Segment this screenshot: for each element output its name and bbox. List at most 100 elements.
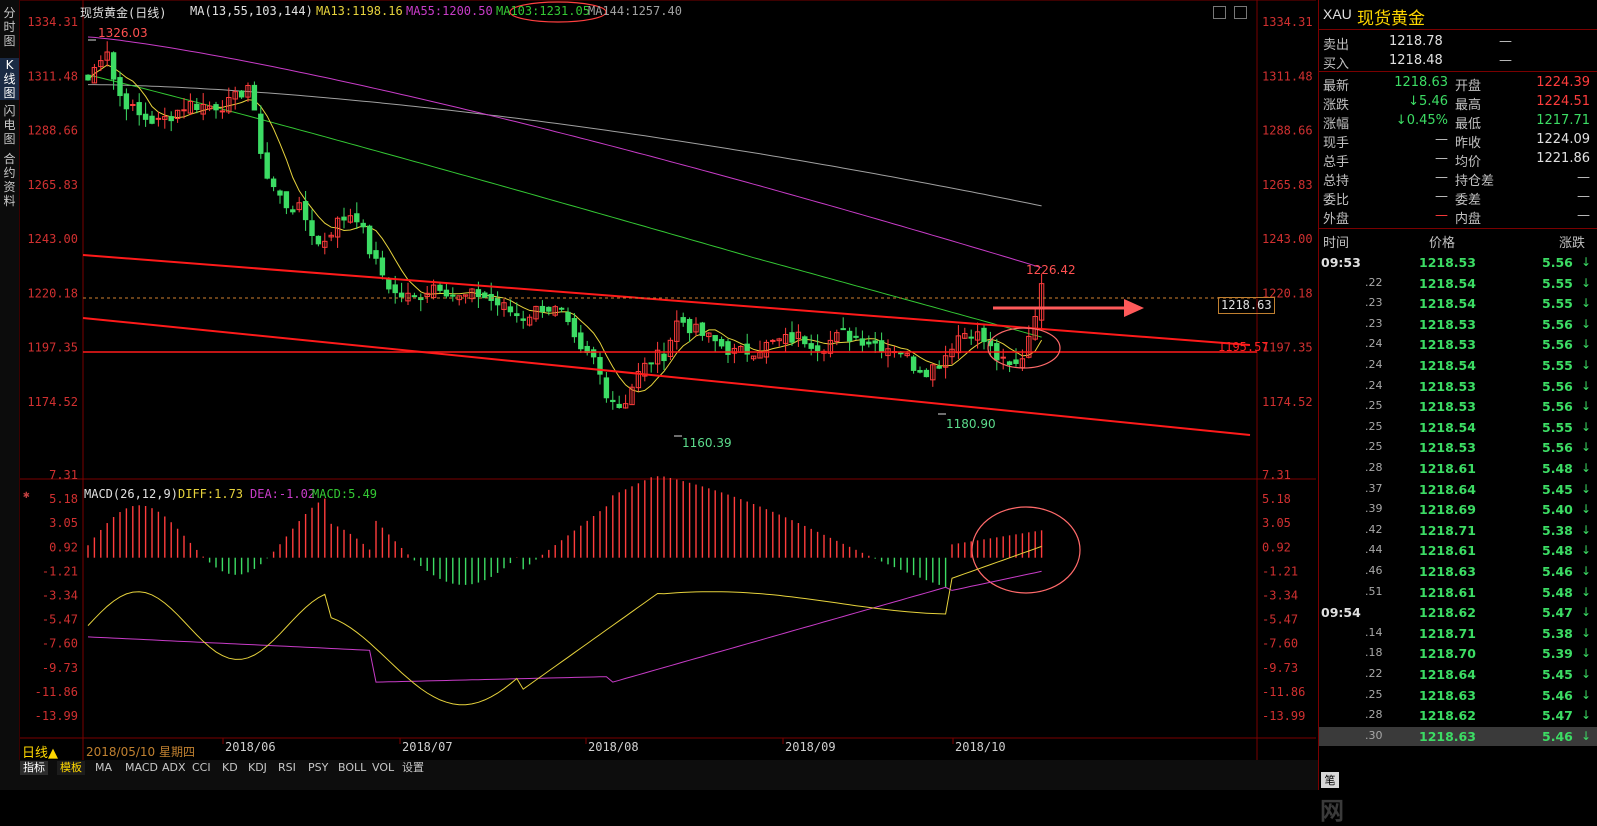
tick-row[interactable]: .14 1218.71 5.38 ↓: [1319, 624, 1597, 643]
candle-body: [546, 306, 552, 312]
tick-row[interactable]: 09:54 1218.62 5.47 ↓: [1319, 603, 1597, 622]
candle-body: [194, 103, 200, 110]
stat-label: 最新: [1323, 79, 1350, 94]
tick-row[interactable]: 09:53 1218.53 5.56 ↓: [1319, 253, 1597, 272]
tick-row[interactable]: .25 1218.53 5.56 ↓: [1319, 438, 1597, 457]
tick-row[interactable]: .24 1218.53 5.56 ↓: [1319, 377, 1597, 396]
stat-value: —: [1435, 208, 1448, 223]
indicator-button-8[interactable]: RSI: [275, 761, 299, 775]
indicator-button-12[interactable]: 设置: [399, 761, 427, 775]
macd-value: MACD:5.49: [312, 487, 378, 501]
cursor-date: 2018/05/10 星期四: [86, 745, 195, 759]
arrow-right-icon: [1124, 299, 1144, 317]
date-tick: 2018/09: [785, 740, 836, 754]
tick-row[interactable]: .42 1218.71 5.38 ↓: [1319, 521, 1597, 540]
tick-change: 5.45: [1542, 667, 1573, 682]
tick-change: 5.38: [1542, 625, 1573, 641]
candle-body: [443, 289, 450, 297]
tick-time: .30: [1365, 728, 1383, 742]
indicator-button-10[interactable]: BOLL: [335, 761, 369, 775]
tick-row[interactable]: .24 1218.54 5.55 ↓: [1319, 356, 1597, 375]
tick-row[interactable]: .22 1218.54 5.55 ↓: [1319, 274, 1597, 293]
stat-value: ↓5.46: [1408, 94, 1448, 109]
indicator-button-4[interactable]: ADX: [159, 761, 189, 775]
stat-label: 总持: [1323, 174, 1350, 189]
tick-row[interactable]: .25 1218.53 5.56 ↓: [1319, 397, 1597, 416]
candle-body: [898, 352, 904, 355]
candle-body: [878, 340, 885, 352]
indicator-button-3[interactable]: MACD: [122, 761, 161, 775]
tick-row[interactable]: .22 1218.64 5.45 ↓: [1319, 665, 1597, 684]
tick-time: .18: [1365, 646, 1383, 660]
ma-params-label: MA(13,55,103,144): [190, 4, 313, 18]
candle-body: [494, 297, 501, 306]
candle-body: [123, 93, 130, 110]
stat-label: 最高: [1455, 98, 1482, 113]
candle-body: [437, 284, 443, 291]
down-arrow-icon: ↓: [1581, 728, 1592, 743]
candle-body: [392, 284, 398, 294]
indicator-button-1[interactable]: 模板: [57, 761, 85, 775]
candle-body: [802, 336, 808, 345]
tick-row[interactable]: .30 1218.63 5.46 ↓: [1319, 726, 1597, 746]
tick-row[interactable]: .39 1218.69 5.40 ↓: [1319, 500, 1597, 519]
candle-body: [814, 345, 821, 352]
tick-change: 5.55: [1542, 296, 1573, 312]
price-tick-left: 1265.83: [27, 178, 78, 192]
tick-row[interactable]: .24 1218.53 5.56 ↓: [1319, 335, 1597, 354]
indicator-button-11[interactable]: VOL: [369, 761, 397, 775]
tick-row[interactable]: .51 1218.61 5.48 ↓: [1319, 583, 1597, 602]
tick-price: 1218.54: [1419, 275, 1476, 291]
indicator-button-0[interactable]: 指标: [20, 761, 48, 775]
tick-change: 5.47: [1542, 708, 1573, 724]
tick-change: 5.56: [1542, 337, 1573, 353]
tick-row[interactable]: .25 1218.54 5.55 ↓: [1319, 418, 1597, 437]
price-tick-left: 1311.48: [27, 69, 78, 83]
tick-row[interactable]: .25 1218.63 5.46 ↓: [1319, 686, 1597, 705]
macd-settings-icon[interactable]: ✱: [23, 488, 30, 501]
stat-value: 1217.71: [1536, 113, 1590, 128]
candle-body: [840, 328, 846, 331]
tick-row[interactable]: .44 1218.61 5.48 ↓: [1319, 541, 1597, 560]
tick-row[interactable]: .28 1218.61 5.48 ↓: [1319, 459, 1597, 478]
down-arrow-icon: ↓: [1581, 481, 1592, 496]
tab-timeshare[interactable]: 分时图: [0, 6, 19, 48]
tick-change: 5.55: [1542, 419, 1573, 435]
macd-tick-right: -9.73: [1262, 661, 1298, 675]
tick-row[interactable]: .18 1218.70 5.39 ↓: [1319, 644, 1597, 663]
macd-tick-right: -7.60: [1262, 637, 1298, 651]
candle-body: [603, 377, 610, 399]
stat-label: 昨收: [1455, 136, 1482, 151]
candle-body: [590, 349, 597, 358]
chart-restore-icon[interactable]: [1213, 6, 1226, 19]
kline-chart[interactable]: 1334.31 1334.31 1311.48 1311.48 1288.66 1288.…: [20, 0, 1316, 760]
hline-annotation: 1195.57: [1218, 340, 1269, 354]
tick-row[interactable]: .23 1218.54 5.55 ↓: [1319, 294, 1597, 313]
period-selector[interactable]: 日线▲: [22, 742, 58, 761]
stat-label: 现手: [1323, 136, 1350, 151]
tick-row[interactable]: .28 1218.62 5.47 ↓: [1319, 706, 1597, 725]
indicator-button-5[interactable]: CCI: [189, 761, 214, 775]
tick-row[interactable]: .46 1218.63 5.46 ↓: [1319, 562, 1597, 581]
tick-change: 5.47: [1542, 605, 1573, 621]
indicator-button-9[interactable]: PSY: [305, 761, 331, 775]
indicator-button-2[interactable]: MA: [92, 761, 115, 775]
tick-change: 5.46: [1542, 687, 1573, 703]
price-tick-left: 1288.66: [27, 124, 78, 138]
down-arrow-icon: ↓: [1581, 667, 1592, 681]
tab-lightning[interactable]: 闪电图: [0, 104, 19, 146]
tab-kline[interactable]: K线图: [0, 58, 19, 100]
indicator-button-6[interactable]: KD: [219, 761, 241, 775]
tick-footer-tab[interactable]: 笔: [1321, 772, 1339, 788]
down-arrow-icon: ↓: [1581, 275, 1592, 290]
chart-maximize-icon[interactable]: [1234, 6, 1247, 19]
indicator-button-7[interactable]: KDJ: [245, 761, 270, 775]
price-tick-left: 1174.52: [27, 395, 78, 409]
macd-tick-left: -11.86: [35, 685, 78, 699]
candle-body: [712, 335, 718, 342]
tick-row[interactable]: .37 1218.64 5.45 ↓: [1319, 480, 1597, 499]
price-tick-left: 1334.31: [27, 15, 78, 29]
chart-area[interactable]: 1334.31 1334.31 1311.48 1311.48 1288.66 1288.…: [20, 0, 1391, 825]
tab-contract-info[interactable]: 合约资料: [0, 152, 19, 208]
tick-row[interactable]: .23 1218.53 5.56 ↓: [1319, 315, 1597, 334]
